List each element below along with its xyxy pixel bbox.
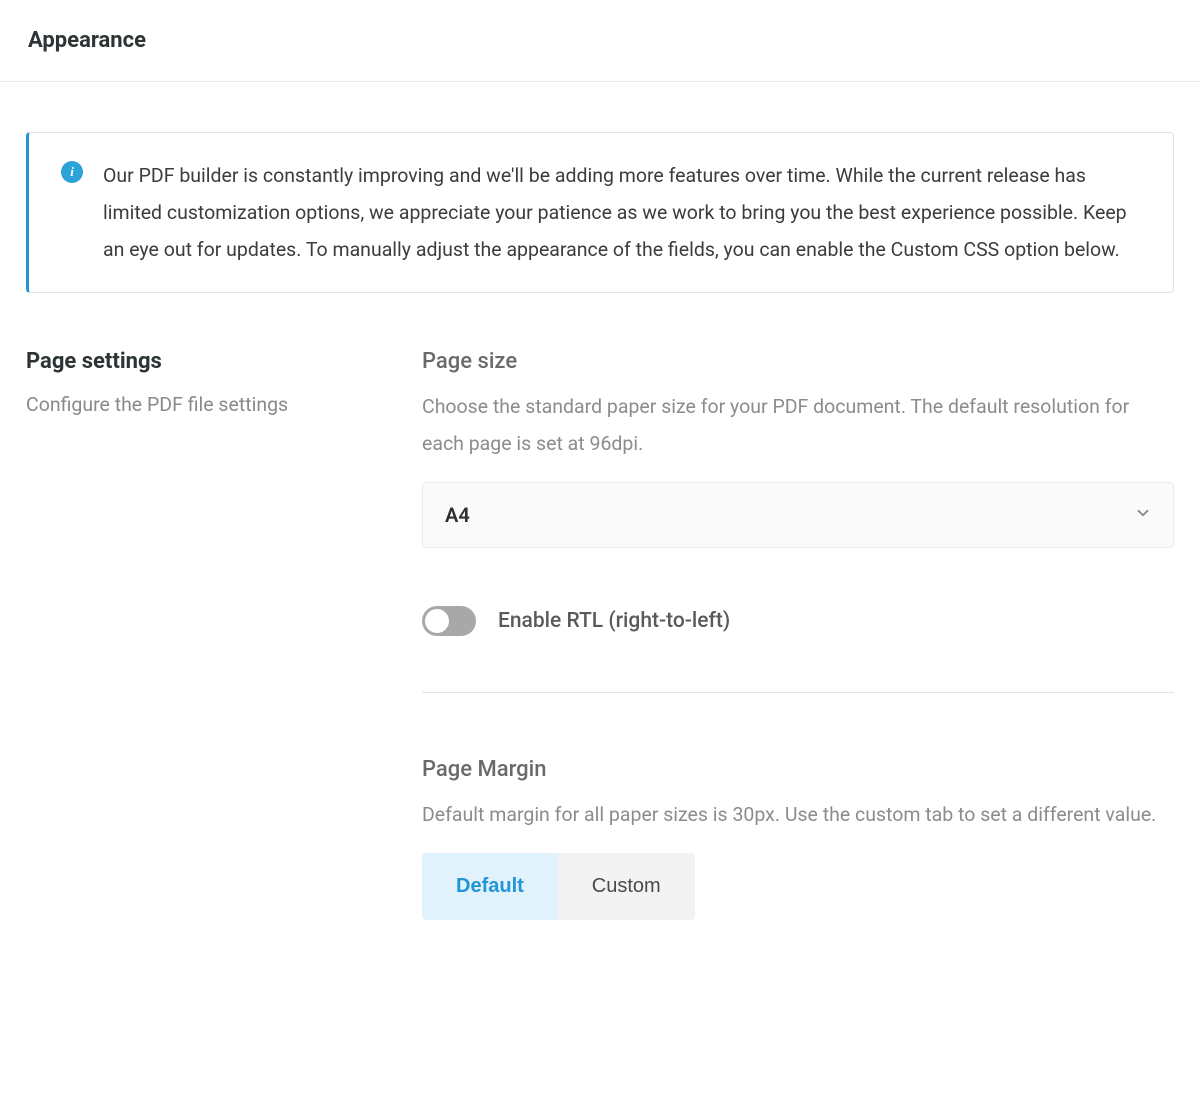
settings-left-column: Page settings Configure the PDF file set… — [26, 349, 326, 920]
page-size-select-wrap: A4 — [422, 482, 1174, 548]
page-title: Appearance — [28, 28, 1172, 53]
rtl-toggle[interactable] — [422, 606, 476, 636]
settings-right-column: Page size Choose the standard paper size… — [422, 349, 1174, 920]
tab-custom[interactable]: Custom — [558, 853, 695, 920]
rtl-toggle-label: Enable RTL (right-to-left) — [498, 609, 730, 633]
info-banner: i Our PDF builder is constantly improvin… — [26, 132, 1174, 293]
settings-layout: Page settings Configure the PDF file set… — [26, 349, 1174, 920]
content-area: i Our PDF builder is constantly improvin… — [0, 82, 1200, 980]
page-size-description: Choose the standard paper size for your … — [422, 388, 1174, 462]
info-text: Our PDF builder is constantly improving … — [103, 157, 1137, 268]
page-size-title: Page size — [422, 349, 1174, 374]
info-icon: i — [61, 161, 83, 183]
page-size-selected-value: A4 — [445, 503, 470, 527]
page-settings-title: Page settings — [26, 349, 326, 374]
page-margin-title: Page Margin — [422, 757, 1174, 782]
tab-default[interactable]: Default — [422, 853, 558, 920]
margin-tabs: Default Custom — [422, 853, 695, 920]
rtl-toggle-row: Enable RTL (right-to-left) — [422, 606, 1174, 636]
section-divider — [422, 692, 1174, 693]
page-size-select[interactable]: A4 — [422, 482, 1174, 548]
page-settings-description: Configure the PDF file settings — [26, 390, 326, 419]
page-margin-description: Default margin for all paper sizes is 30… — [422, 796, 1174, 833]
appearance-header: Appearance — [0, 0, 1200, 82]
